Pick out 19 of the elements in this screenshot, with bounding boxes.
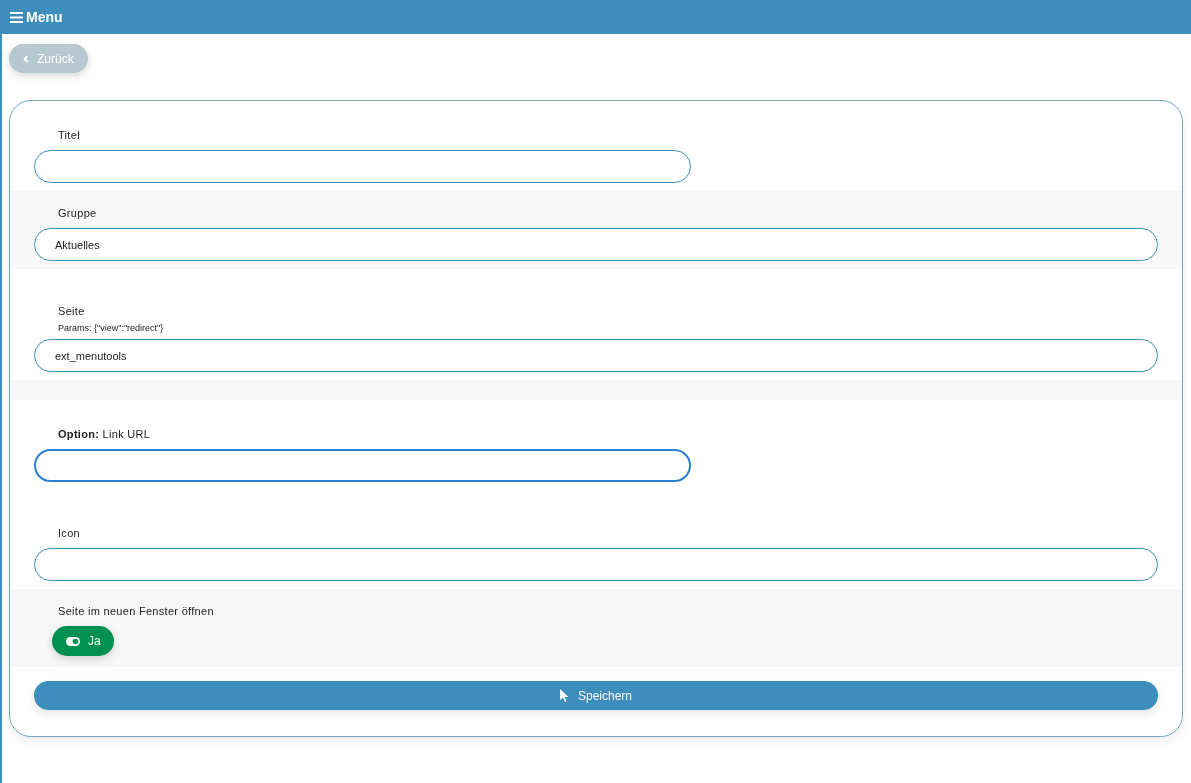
input-field[interactable] bbox=[34, 150, 691, 183]
input-field[interactable] bbox=[34, 449, 691, 482]
toggle-button[interactable]: Ja bbox=[52, 626, 114, 656]
field-label: Titel bbox=[58, 129, 80, 141]
field-label: Option: Link URL bbox=[58, 428, 151, 440]
menu-icon bbox=[10, 11, 23, 23]
toggle-icon bbox=[66, 636, 80, 646]
input-field[interactable]: ext_menutools bbox=[34, 339, 1158, 372]
cursor-icon bbox=[559, 689, 569, 702]
chevron-left-icon bbox=[23, 54, 29, 63]
input-field[interactable] bbox=[34, 548, 1158, 581]
field-label: Icon bbox=[58, 527, 80, 539]
input-field[interactable]: Aktuelles bbox=[34, 228, 1158, 261]
field-label: Seite bbox=[58, 305, 85, 317]
save-button[interactable]: Speichern bbox=[34, 681, 1158, 710]
field-label: Seite im neuen Fenster öffnen bbox=[58, 605, 214, 617]
field-label: Gruppe bbox=[58, 207, 97, 219]
menu-button[interactable]: Menu bbox=[10, 9, 63, 25]
field-hint: Params: {"view":"redirect"} bbox=[58, 323, 164, 333]
